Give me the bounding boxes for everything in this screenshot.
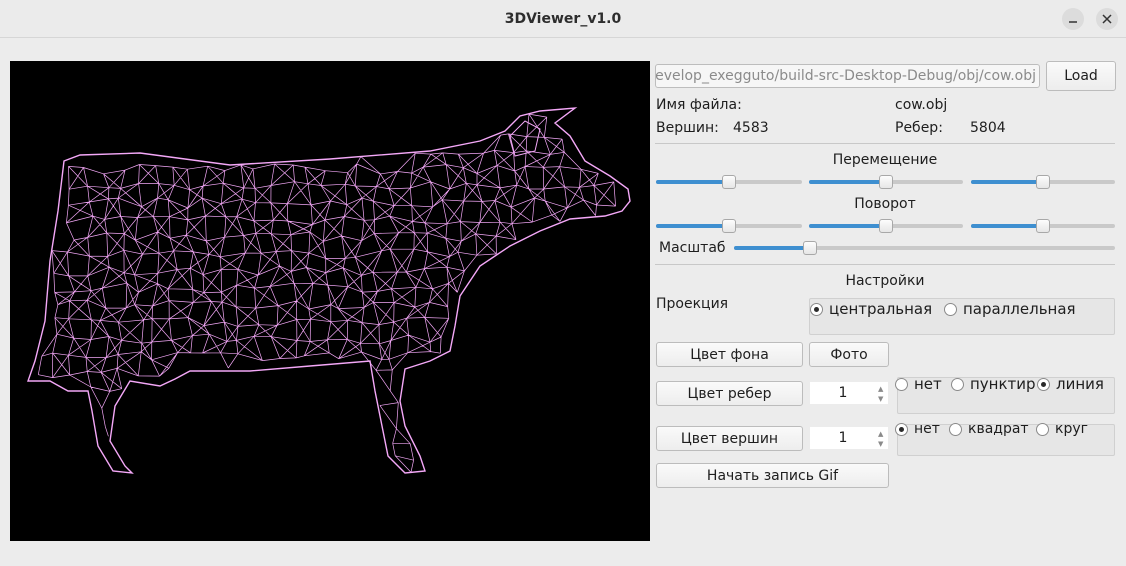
background-color-button[interactable]: Цвет фона [656, 342, 803, 367]
model-viewport[interactable] [10, 61, 650, 541]
slider-fill [809, 224, 886, 228]
file-path-input[interactable]: /home/develop_exegguto/build-src-Desktop… [655, 64, 1040, 88]
mesh-edges [37, 113, 616, 473]
edge-color-button[interactable]: Цвет ребер [656, 381, 803, 406]
rotate-z-slider[interactable] [971, 219, 1115, 233]
file-name-label: Имя файла: [656, 97, 742, 113]
edge-style-dashed-radio[interactable]: пунктир [951, 375, 1036, 393]
radio-indicator [1036, 422, 1049, 436]
slider-handle[interactable] [879, 175, 893, 189]
cow-mesh [37, 113, 616, 473]
minimize-button[interactable] [1062, 8, 1084, 30]
divider [655, 264, 1115, 265]
divider [655, 143, 1115, 144]
slider-fill [971, 180, 1043, 184]
edges-label: Ребер: [895, 120, 943, 136]
rotate-x-slider[interactable] [656, 219, 802, 233]
spin-up-icon[interactable]: ▲ [878, 430, 886, 438]
vertex-style-none-radio[interactable]: нет [895, 421, 940, 437]
spin-up-icon[interactable]: ▲ [878, 385, 886, 393]
minimize-icon [1069, 21, 1077, 23]
vertex-style-square-radio[interactable]: квадрат [949, 421, 1029, 437]
edge-size-spinbox[interactable]: 1 ▲ ▼ [809, 381, 889, 405]
record-gif-button[interactable]: Начать запись Gif [656, 463, 889, 488]
vertex-style-circle-radio[interactable]: круг [1036, 421, 1088, 437]
move-x-slider[interactable] [656, 175, 802, 189]
slider-handle[interactable] [879, 219, 893, 233]
move-y-slider[interactable] [809, 175, 963, 189]
move-z-slider[interactable] [971, 175, 1115, 189]
radio-indicator [895, 377, 908, 391]
scale-label: Масштаб [659, 240, 726, 256]
edge-style-none-radio[interactable]: нет [895, 375, 942, 393]
vertex-size-spinbox[interactable]: 1 ▲ ▼ [809, 426, 889, 450]
radio-indicator [810, 302, 823, 316]
cow-outline [27, 107, 631, 474]
file-name-value: cow.obj [895, 97, 948, 113]
vertex-color-button[interactable]: Цвет вершин [656, 426, 803, 451]
slider-fill [656, 224, 729, 228]
wireframe-model [27, 107, 631, 474]
radio-indicator [951, 377, 964, 391]
edge-size-value: 1 [838, 385, 848, 401]
spin-down-icon[interactable]: ▼ [878, 440, 886, 448]
spin-down-icon[interactable]: ▼ [878, 395, 886, 403]
edge-style-solid-radio[interactable]: линия [1037, 375, 1104, 393]
slider-fill [971, 224, 1043, 228]
slider-handle[interactable] [722, 219, 736, 233]
radio-indicator [895, 422, 908, 436]
move-title: Перемещение [832, 152, 938, 168]
slider-handle[interactable] [722, 175, 736, 189]
photo-button[interactable]: Фото [809, 342, 889, 367]
rotate-title: Поворот [854, 196, 916, 212]
slider-handle[interactable] [1036, 219, 1050, 233]
slider-fill [809, 180, 886, 184]
vertex-size-value: 1 [838, 430, 848, 446]
edges-value: 5804 [970, 120, 1006, 136]
slider-fill [656, 180, 729, 184]
projection-label: Проекция [656, 296, 729, 312]
projection-parallel-radio[interactable]: параллельная [944, 300, 1076, 318]
radio-indicator [949, 422, 962, 436]
projection-central-radio[interactable]: центральная [810, 300, 932, 318]
vertices-value: 4583 [733, 120, 769, 136]
rotate-y-slider[interactable] [809, 219, 963, 233]
settings-title: Настройки [845, 273, 925, 289]
close-icon [1102, 14, 1112, 24]
scale-slider[interactable] [734, 241, 1115, 255]
vertices-label: Вершин: [656, 120, 719, 136]
radio-indicator [1037, 377, 1050, 391]
slider-fill [734, 246, 811, 250]
title-bar: 3DViewer_v1.0 [0, 0, 1126, 38]
window-title: 3DViewer_v1.0 [504, 11, 622, 27]
slider-handle[interactable] [803, 241, 818, 255]
radio-indicator [944, 302, 957, 316]
load-button[interactable]: Load [1046, 61, 1116, 91]
close-button[interactable] [1096, 8, 1118, 30]
slider-handle[interactable] [1036, 175, 1050, 189]
